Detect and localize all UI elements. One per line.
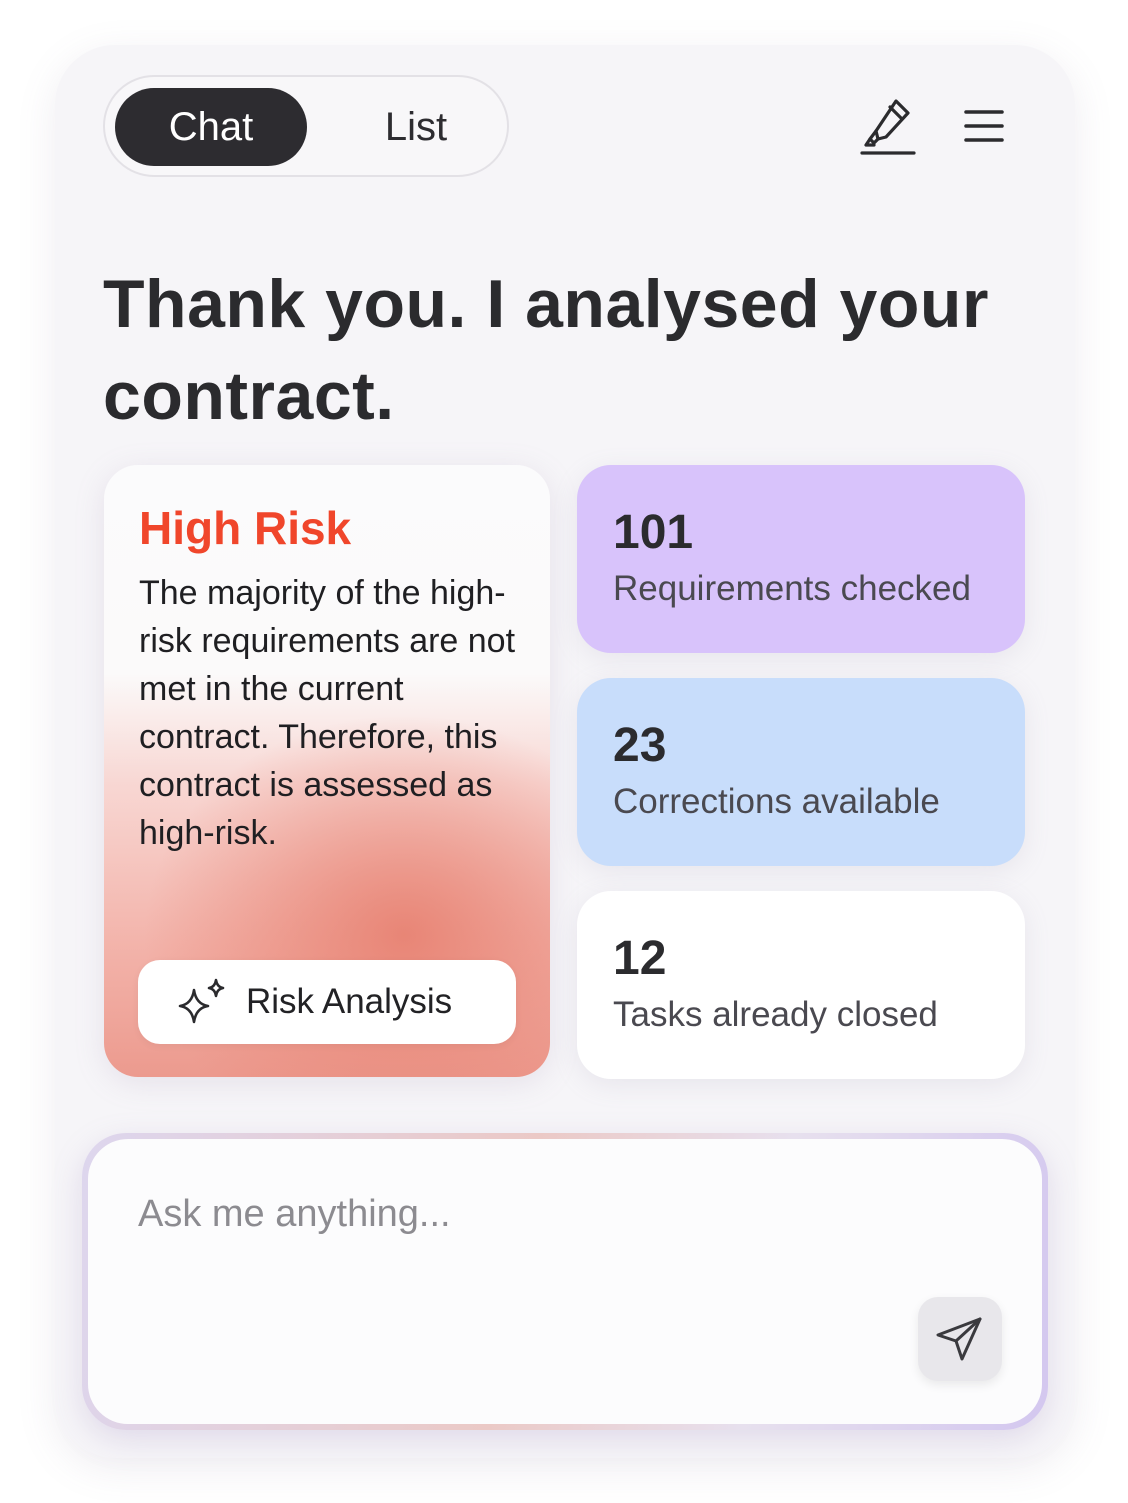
stat-value: 12 xyxy=(613,932,667,985)
stat-value: 23 xyxy=(613,719,667,772)
tab-chat[interactable]: Chat xyxy=(115,88,307,166)
sparkle-icon xyxy=(174,978,230,1028)
risk-heading: High Risk xyxy=(139,502,352,554)
risk-card: High Risk The majority of the high-risk … xyxy=(104,465,550,1077)
stat-label: Tasks already closed xyxy=(613,995,938,1034)
tab-list[interactable]: List xyxy=(331,88,501,166)
chat-input-box xyxy=(88,1139,1042,1424)
stat-label: Corrections available xyxy=(613,782,940,821)
stat-card-tasks: 12 Tasks already closed xyxy=(577,891,1025,1079)
stat-card-corrections: 23 Corrections available xyxy=(577,678,1025,866)
risk-analysis-label: Risk Analysis xyxy=(246,982,453,1021)
stat-card-requirements: 101 Requirements checked xyxy=(577,465,1025,653)
risk-description: The majority of the high-risk requiremen… xyxy=(139,574,516,852)
risk-analysis-button[interactable]: Risk Analysis xyxy=(138,960,516,1044)
stat-label: Requirements checked xyxy=(613,569,971,608)
chat-input[interactable] xyxy=(138,1193,918,1236)
highlighter-icon[interactable] xyxy=(856,95,920,159)
chat-input-container xyxy=(82,1133,1048,1430)
menu-icon[interactable] xyxy=(958,102,1010,150)
page-title: Thank you. I analysed your contract. xyxy=(103,266,989,434)
send-button[interactable] xyxy=(918,1297,1002,1381)
view-toggle: Chat List xyxy=(103,75,509,177)
stat-value: 101 xyxy=(613,506,694,559)
